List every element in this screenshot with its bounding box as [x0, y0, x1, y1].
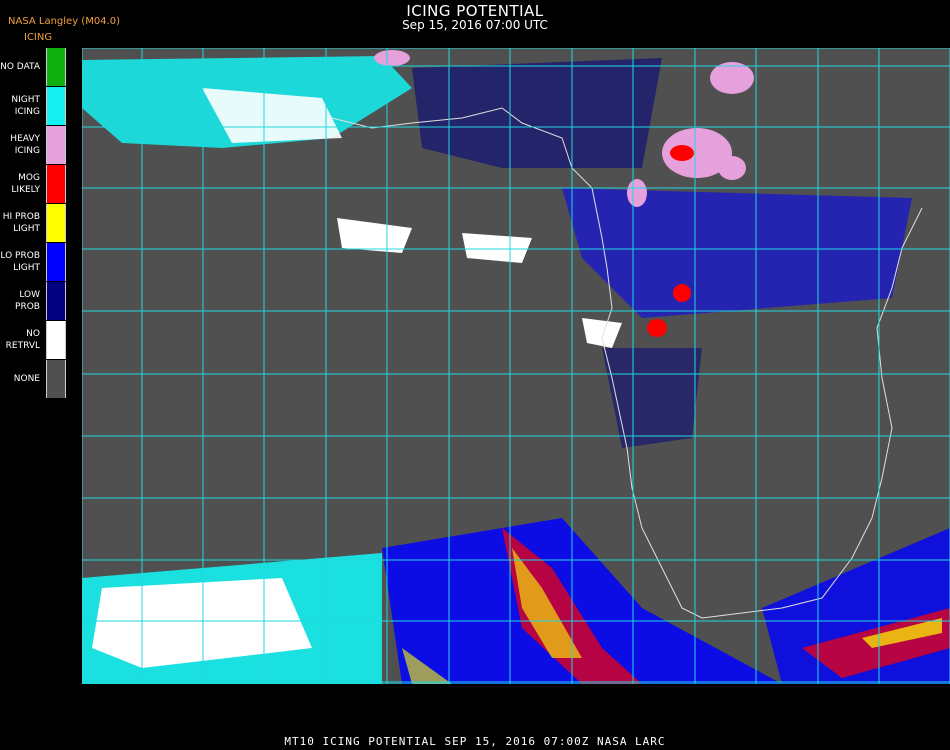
- legend-swatch: [46, 165, 66, 203]
- legend-swatch: [46, 126, 66, 164]
- legend-label: LO PROB LIGHT: [0, 251, 40, 273]
- legend-item: NO RETRVL: [0, 321, 80, 359]
- legend-swatch: [46, 282, 66, 320]
- legend-label: NONE: [13, 374, 40, 384]
- legend-swatch: [46, 321, 66, 359]
- map-svg: [82, 48, 950, 684]
- legend-label: NO DATA: [0, 62, 40, 72]
- legend-item: LOW PROB: [0, 282, 80, 320]
- legend-label: HEAVY ICING: [10, 134, 40, 156]
- legend-swatch: [46, 243, 66, 281]
- legend-swatch: [46, 360, 66, 398]
- legend-item: HI PROB LIGHT: [0, 204, 80, 242]
- icing-field-south: [82, 518, 950, 684]
- legend-item: MOG LIKELY: [0, 165, 80, 203]
- legend-label: MOG LIKELY: [11, 173, 40, 195]
- legend-label: LOW PROB: [15, 290, 40, 312]
- legend-swatch: [46, 87, 66, 125]
- source-label: NASA Langley (M04.0): [8, 16, 120, 27]
- legend-label: NIGHT ICING: [11, 95, 40, 117]
- legend-item: NIGHT ICING: [0, 87, 80, 125]
- page-subtitle: Sep 15, 2016 07:00 UTC: [402, 18, 548, 32]
- legend: NO DATA NIGHT ICING HEAVY ICING MOG LIKELY H…: [0, 48, 80, 402]
- product-label: ICING: [24, 32, 53, 43]
- legend-item: NONE: [0, 360, 80, 398]
- legend-item: HEAVY ICING: [0, 126, 80, 164]
- legend-label: NO RETRVL: [5, 329, 40, 351]
- legend-item: NO DATA: [0, 48, 80, 86]
- icing-map: [82, 48, 950, 684]
- footer-caption: MT10 ICING POTENTIAL SEP 15, 2016 07:00Z…: [284, 735, 666, 748]
- legend-swatch: [46, 204, 66, 242]
- header: ICING POTENTIAL Sep 15, 2016 07:00 UTC N…: [0, 0, 950, 46]
- legend-label: HI PROB LIGHT: [2, 212, 40, 234]
- legend-swatch: [46, 48, 66, 86]
- legend-item: LO PROB LIGHT: [0, 243, 80, 281]
